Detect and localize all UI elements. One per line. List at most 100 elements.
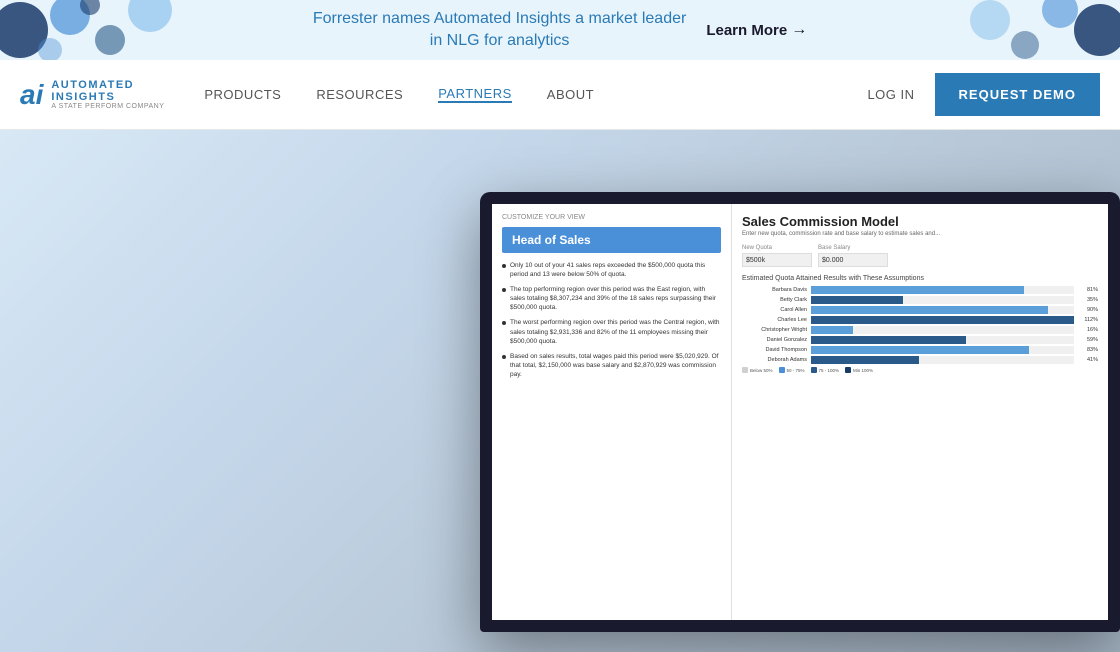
arrow-icon: → bbox=[791, 21, 807, 39]
bullet-3: The worst performing region over this pe… bbox=[502, 318, 721, 345]
chart-title: Estimated Quota Attained Results with Th… bbox=[742, 275, 1098, 282]
chart-bar-container bbox=[811, 356, 1074, 364]
chart-bar bbox=[811, 296, 903, 304]
chart-row: Daniel Gonzalez 59% bbox=[742, 336, 1098, 344]
legend-item: Below 50% bbox=[742, 367, 773, 373]
chart-pct: 41% bbox=[1078, 357, 1098, 363]
chart-pct: 59% bbox=[1078, 337, 1098, 343]
legend-label: 50 - 75% bbox=[787, 368, 805, 373]
legend-item: 50 - 75% bbox=[779, 367, 805, 373]
form-row: New Quota $500k Base Salary $0.000 bbox=[742, 245, 1098, 267]
bullet-text-4: Based on sales results, total wages paid… bbox=[510, 352, 721, 379]
chart-legend: Below 50% 50 - 75% 75 - 100% Min 100% bbox=[742, 367, 1098, 373]
chart-pct: 81% bbox=[1078, 287, 1098, 293]
bullet-text-1: Only 10 out of your 41 sales reps exceed… bbox=[510, 261, 721, 279]
nav-about[interactable]: ABOUT bbox=[547, 87, 594, 102]
logo-ai-icon: ai bbox=[20, 79, 43, 111]
chart-bar-container bbox=[811, 336, 1074, 344]
nav-partners[interactable]: PARTNERS bbox=[438, 86, 512, 103]
chart-bar-container bbox=[811, 306, 1074, 314]
nav-resources[interactable]: RESOURCES bbox=[316, 87, 403, 102]
chart-row: Charles Lee 112% bbox=[742, 316, 1098, 324]
chart-row-label: Christopher Wright bbox=[742, 327, 807, 333]
chart-bar-container bbox=[811, 326, 1074, 334]
chart-bar bbox=[811, 356, 919, 364]
chart-pct: 90% bbox=[1078, 307, 1098, 313]
chart-pct: 16% bbox=[1078, 327, 1098, 333]
chart-bar bbox=[811, 346, 1029, 354]
decorative-circles-right bbox=[960, 0, 1120, 60]
navigation: ai AUTOMATED INSIGHTS A STATE PERFORM CO… bbox=[0, 60, 1120, 130]
bullet-4: Based on sales results, total wages paid… bbox=[502, 352, 721, 379]
chart-bar-container bbox=[811, 346, 1074, 354]
new-quota-input[interactable]: $500k bbox=[742, 253, 812, 267]
chart-row-label: David Thompson bbox=[742, 347, 807, 353]
legend-item: 75 - 100% bbox=[811, 367, 840, 373]
request-demo-button[interactable]: REQUEST DEMO bbox=[935, 73, 1100, 116]
screen-right-panel: Sales Commission Model Enter new quota, … bbox=[732, 204, 1108, 620]
chart-bar-container bbox=[811, 286, 1074, 294]
chart-row-label: Charles Lee bbox=[742, 317, 807, 323]
logo-text: AUTOMATED INSIGHTS A STATE PERFORM COMPA… bbox=[51, 79, 164, 111]
bullet-1: Only 10 out of your 41 sales reps exceed… bbox=[502, 261, 721, 279]
chart-pct: 35% bbox=[1078, 297, 1098, 303]
logo[interactable]: ai AUTOMATED INSIGHTS A STATE PERFORM CO… bbox=[20, 79, 164, 111]
bullet-dot bbox=[502, 288, 506, 292]
chart-bar bbox=[811, 306, 1048, 314]
legend-color-dot bbox=[845, 367, 851, 373]
hero-section: Customize your view Head of Sales Only 1… bbox=[0, 130, 1120, 652]
chart-bar bbox=[811, 286, 1024, 294]
legend-color-dot bbox=[779, 367, 785, 373]
chart-pct: 83% bbox=[1078, 347, 1098, 353]
screen-left-panel: Customize your view Head of Sales Only 1… bbox=[492, 204, 732, 620]
chart-row-label: Daniel Gonzalez bbox=[742, 337, 807, 343]
quota-chart: Barbara Davis 81% Betty Clark 35% Carol Alle… bbox=[742, 286, 1098, 364]
legend-label: 75 - 100% bbox=[819, 368, 840, 373]
bullet-text-2: The top performing region over this peri… bbox=[510, 285, 721, 312]
nav-products[interactable]: PRODUCTS bbox=[204, 87, 281, 102]
chart-row: Betty Clark 35% bbox=[742, 296, 1098, 304]
chart-bar bbox=[811, 336, 966, 344]
legend-label: Min 100% bbox=[853, 368, 873, 373]
base-salary-label: Base Salary bbox=[818, 245, 888, 251]
bullet-dot bbox=[502, 355, 506, 359]
commission-title: Sales Commission Model bbox=[742, 214, 1098, 229]
bullet-2: The top performing region over this peri… bbox=[502, 285, 721, 312]
legend-color-dot bbox=[811, 367, 817, 373]
head-of-sales-label: Head of Sales bbox=[502, 227, 721, 253]
learn-more-button[interactable]: Learn More → bbox=[706, 21, 807, 39]
legend-label: Below 50% bbox=[750, 368, 773, 373]
base-salary-field: Base Salary $0.000 bbox=[818, 245, 888, 267]
new-quota-field: New Quota $500k bbox=[742, 245, 812, 267]
chart-row: David Thompson 83% bbox=[742, 346, 1098, 354]
screen-content: Customize your view Head of Sales Only 1… bbox=[492, 204, 1108, 620]
bullet-text-3: The worst performing region over this pe… bbox=[510, 318, 721, 345]
bullet-dot bbox=[502, 321, 506, 325]
legend-item: Min 100% bbox=[845, 367, 873, 373]
chart-bar-container bbox=[811, 316, 1074, 324]
chart-row-label: Deborah Adams bbox=[742, 357, 807, 363]
chart-row-label: Carol Allen bbox=[742, 307, 807, 313]
chart-bar bbox=[811, 326, 853, 334]
chart-row: Barbara Davis 81% bbox=[742, 286, 1098, 294]
login-button[interactable]: LOG IN bbox=[867, 87, 914, 102]
chart-row-label: Betty Clark bbox=[742, 297, 807, 303]
customize-label: Customize your view bbox=[502, 214, 721, 221]
announcement-text: Forrester names Automated Insights a mar… bbox=[313, 8, 687, 53]
decorative-circles-left bbox=[0, 0, 200, 60]
chart-bar-container bbox=[811, 296, 1074, 304]
chart-row-label: Barbara Davis bbox=[742, 287, 807, 293]
announcement-bar: Forrester names Automated Insights a mar… bbox=[0, 0, 1120, 60]
chart-row: Carol Allen 90% bbox=[742, 306, 1098, 314]
chart-row: Deborah Adams 41% bbox=[742, 356, 1098, 364]
bullet-dot bbox=[502, 264, 506, 268]
laptop-screen: Customize your view Head of Sales Only 1… bbox=[480, 192, 1120, 632]
base-salary-input[interactable]: $0.000 bbox=[818, 253, 888, 267]
commission-subtitle: Enter new quota, commission rate and bas… bbox=[742, 231, 1098, 237]
chart-bar bbox=[811, 316, 1074, 324]
legend-color-dot bbox=[742, 367, 748, 373]
new-quota-label: New Quota bbox=[742, 245, 812, 251]
chart-row: Christopher Wright 16% bbox=[742, 326, 1098, 334]
chart-pct: 112% bbox=[1078, 317, 1098, 323]
laptop-mockup: Customize your view Head of Sales Only 1… bbox=[450, 192, 1120, 652]
